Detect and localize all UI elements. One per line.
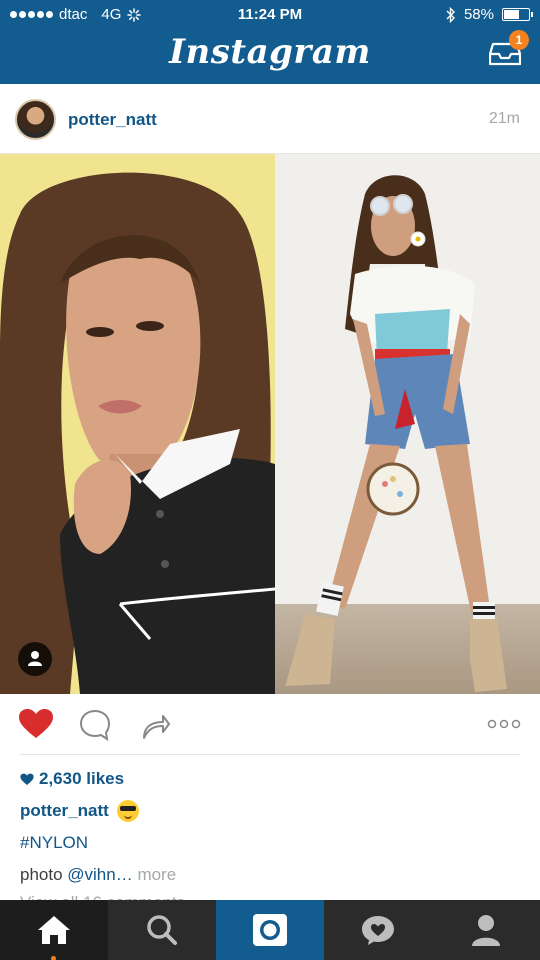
- fullbody-illustration: [285, 175, 507, 692]
- credit-mention[interactable]: @vihn…: [67, 865, 132, 884]
- post-time-ago: 21m: [488, 110, 520, 127]
- post-header: potter_natt 21m: [0, 84, 540, 154]
- tagged-people-button[interactable]: [18, 642, 52, 676]
- share-arrow-icon[interactable]: [141, 710, 171, 740]
- like-heart-icon[interactable]: [18, 708, 54, 740]
- comment-icon[interactable]: [79, 709, 111, 741]
- home-active-indicator: [51, 956, 56, 960]
- instagram-feed-screen: dtac 4G 11:24 PM 58% Instagram 1 potter_…: [0, 0, 540, 960]
- caption-hashtag[interactable]: #NYLON: [20, 833, 88, 853]
- activity-heart-icon: [362, 916, 394, 945]
- tab-camera[interactable]: [216, 900, 324, 960]
- home-icon: [38, 916, 70, 944]
- instagram-logo: Instagram: [169, 32, 371, 72]
- battery-icon: [502, 8, 533, 21]
- battery-percent: 58%: [463, 6, 494, 23]
- bottom-tab-bar: [0, 900, 540, 960]
- top-bar: dtac 4G 11:24 PM 58% Instagram 1: [0, 0, 540, 84]
- post-actions: [0, 694, 540, 756]
- status-bar: dtac 4G 11:24 PM 58%: [0, 0, 540, 30]
- photo-left-portrait: [0, 154, 275, 694]
- credit-prefix: photo: [20, 865, 68, 884]
- person-icon: [28, 651, 42, 666]
- portrait-illustration: [0, 154, 275, 694]
- more-options-icon[interactable]: [487, 719, 521, 729]
- likes-count[interactable]: 2,630 likes: [20, 769, 124, 789]
- caption-line: potter_natt: [20, 800, 139, 822]
- caption-username[interactable]: potter_natt: [20, 801, 109, 821]
- inbox-badge: 1: [509, 30, 529, 50]
- bluetooth-icon: [446, 6, 455, 23]
- camera-icon: [253, 914, 287, 946]
- caption-credit: photo @vihn… more: [20, 865, 176, 885]
- tab-activity[interactable]: [324, 900, 432, 960]
- battery-fill: [504, 10, 520, 19]
- tab-explore[interactable]: [108, 900, 216, 960]
- photo-right-fullbody: [275, 154, 540, 694]
- more-link[interactable]: more: [133, 865, 176, 884]
- small-heart-icon: [20, 773, 34, 785]
- avatar[interactable]: [15, 99, 56, 140]
- profile-icon: [472, 915, 500, 946]
- status-right: 58%: [446, 6, 533, 23]
- tab-profile[interactable]: [432, 900, 540, 960]
- post-username[interactable]: potter_natt: [68, 110, 157, 130]
- tab-home[interactable]: [0, 900, 108, 960]
- search-icon: [147, 915, 177, 945]
- likes-label: 2,630 likes: [39, 769, 125, 788]
- divider: [20, 754, 520, 755]
- sunglasses-emoji-icon: [116, 800, 139, 822]
- post-photo[interactable]: [0, 154, 540, 694]
